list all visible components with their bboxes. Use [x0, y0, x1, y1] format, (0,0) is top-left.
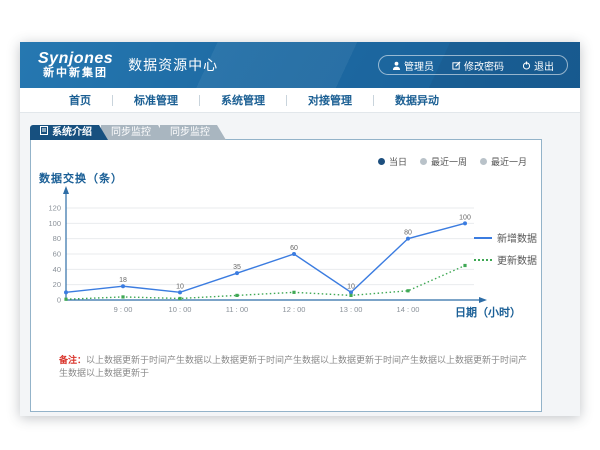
point-label: 100 — [459, 214, 471, 221]
data-point — [349, 294, 352, 297]
time-range-radio-group: 当日 最近一周 最近一月 — [378, 155, 527, 168]
solid-line-swatch-icon — [474, 237, 492, 239]
data-point — [406, 237, 410, 241]
note: 备注：以上数据更新于时间产生数据以上数据更新于时间产生数据以上数据更新于时间产生… — [59, 354, 529, 379]
legend-label: 更新数据 — [497, 252, 537, 267]
user-name: 管理员 — [404, 58, 434, 73]
data-point — [463, 221, 467, 225]
radio-label: 当日 — [389, 155, 407, 168]
brand-logo: Synjones 新中新集团 — [38, 51, 113, 79]
content-area: 系统介绍 同步监控 同步监控 当日 最近一周 — [20, 113, 580, 416]
point-label: 80 — [404, 230, 412, 237]
data-point — [178, 290, 182, 294]
radio-dot — [480, 158, 487, 165]
x-tick-label: 14 : 00 — [397, 305, 420, 314]
y-tick-label: 80 — [53, 234, 61, 243]
nav-item-integration-mgmt[interactable]: 对接管理 — [287, 92, 373, 108]
point-label: 10 — [347, 283, 355, 290]
point-label: 10 — [176, 283, 184, 290]
logout-label: 退出 — [534, 58, 554, 73]
navbar: 首页 标准管理 系统管理 对接管理 数据异动 — [20, 88, 580, 113]
x-axis-arrow — [479, 297, 487, 303]
note-text: 以上数据更新于时间产生数据以上数据更新于时间产生数据以上数据更新于时间产生数据以… — [59, 355, 527, 378]
tab-system-intro[interactable]: 系统介绍 — [30, 125, 108, 140]
person-icon — [392, 61, 401, 70]
user-menu-item[interactable]: 管理员 — [383, 58, 443, 73]
x-tick-label: 13 : 00 — [340, 305, 363, 314]
nav-item-system-mgmt[interactable]: 系统管理 — [200, 92, 286, 108]
logout-button[interactable]: 退出 — [513, 58, 563, 73]
change-password-button[interactable]: 修改密码 — [443, 58, 513, 73]
chart-panel: 当日 最近一周 最近一月 数据交换（条） 0204060801001209 : … — [30, 139, 542, 412]
chart-legend: 新增数据 更新数据 — [474, 230, 537, 267]
data-point — [463, 264, 466, 267]
data-point — [292, 252, 296, 256]
y-tick-label: 120 — [48, 204, 61, 213]
nav-item-data-change[interactable]: 数据异动 — [374, 92, 460, 108]
x-tick-label: 10 : 00 — [169, 305, 192, 314]
data-point — [178, 297, 181, 300]
edit-icon — [452, 61, 461, 70]
y-tick-label: 60 — [53, 250, 61, 259]
data-point — [121, 295, 124, 298]
data-point — [121, 284, 125, 288]
app-window: Synjones 新中新集团 数据资源中心 管理员 修改密码 退出 — [20, 42, 580, 416]
logo-subtext: 新中新集团 — [38, 68, 113, 80]
data-point — [349, 290, 353, 294]
document-icon — [40, 125, 48, 140]
point-label: 60 — [290, 245, 298, 252]
tab-label: 同步监控 — [170, 127, 210, 138]
y-tick-label: 40 — [53, 265, 61, 274]
line-chart: 0 20 40 60 80 100 120 9 : 00 10 : 00 11 : 00 12 : … — [41, 180, 501, 330]
nav-item-home[interactable]: 首页 — [48, 92, 112, 108]
radio-last-week[interactable]: 最近一周 — [420, 155, 467, 168]
data-point — [292, 291, 295, 294]
tab-bar: 系统介绍 同步监控 同步监控 — [30, 125, 226, 140]
data-point — [406, 289, 409, 292]
nav-item-standard-mgmt[interactable]: 标准管理 — [113, 92, 199, 108]
logo-text: Synjones — [38, 51, 113, 68]
data-point — [235, 271, 239, 275]
legend-label: 新增数据 — [497, 230, 537, 245]
tab-label: 同步监控 — [111, 127, 151, 138]
x-axis-title: 日期（小时） — [455, 304, 521, 320]
app-title: 数据资源中心 — [128, 55, 218, 75]
dotted-line-swatch-icon — [474, 259, 492, 261]
radio-dot — [420, 158, 427, 165]
y-axis-arrow — [63, 186, 69, 194]
x-tick-label: 12 : 00 — [283, 305, 306, 314]
y-tick-label: 100 — [48, 219, 61, 228]
radio-today[interactable]: 当日 — [378, 155, 407, 168]
y-tick-label: 0 — [57, 296, 61, 305]
legend-item-updated-data[interactable]: 更新数据 — [474, 252, 537, 267]
x-tick-label: 11 : 00 — [226, 305, 248, 314]
y-tick-label: 20 — [53, 280, 61, 289]
data-point — [64, 290, 68, 294]
tab-label: 系统介绍 — [52, 125, 92, 140]
tab-sync-monitor-1[interactable]: 同步监控 — [101, 125, 167, 140]
legend-item-new-data[interactable]: 新增数据 — [474, 230, 537, 245]
user-pill: 管理员 修改密码 退出 — [378, 55, 568, 75]
point-label: 18 — [119, 277, 127, 284]
tab-sync-monitor-2[interactable]: 同步监控 — [160, 125, 226, 140]
data-point — [64, 298, 67, 301]
radio-label: 最近一月 — [491, 155, 527, 168]
note-label: 备注： — [59, 355, 86, 365]
change-password-label: 修改密码 — [464, 58, 504, 73]
power-icon — [522, 61, 531, 70]
radio-last-month[interactable]: 最近一月 — [480, 155, 527, 168]
radio-label: 最近一周 — [431, 155, 467, 168]
x-tick-label: 9 : 00 — [114, 305, 133, 314]
data-point — [235, 294, 238, 297]
header: Synjones 新中新集团 数据资源中心 管理员 修改密码 退出 — [20, 42, 580, 88]
radio-dot — [378, 158, 385, 165]
point-label: 35 — [233, 264, 241, 271]
